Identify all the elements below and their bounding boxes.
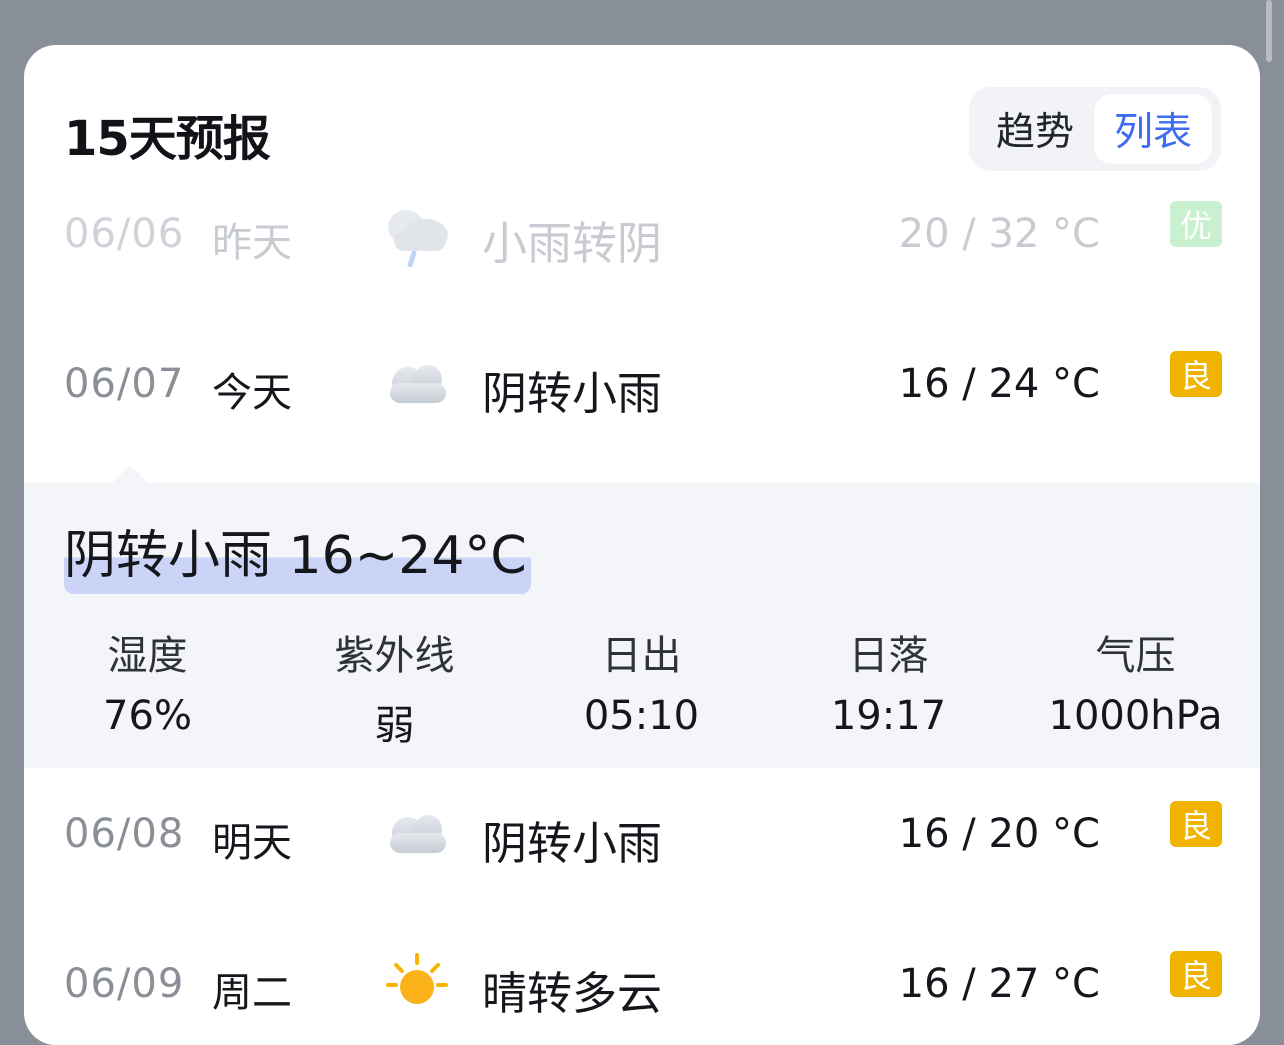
row-day: 昨天 [212,220,292,266]
row-day: 周二 [212,970,292,1016]
detail-pointer [112,465,148,483]
metric-sunset: 日落 19:17 [765,623,1012,751]
row-date: 06/06 [64,211,185,257]
metric-label: 紫外线 [334,633,455,679]
row-temperature: 16 / 24 °C [898,361,1100,407]
forecast-row-tuesday[interactable]: 06/09 周二 晴转多云 16 / 27 °C 良 [24,931,1260,1041]
aqi-badge: 良 [1170,351,1222,397]
forecast-row-yesterday[interactable]: 06/06 昨天 小雨转阴 20 / 32 °C 优 [24,181,1260,291]
metric-sunrise: 日出 05:10 [518,623,765,751]
row-date: 06/09 [64,961,185,1007]
scrollbar[interactable] [1266,0,1272,62]
metric-value: 1000hPa [1048,693,1223,739]
cloud-icon [390,365,446,403]
list-tab[interactable]: 列表 [1094,94,1212,164]
page-title: 15天预报 [64,111,271,167]
trend-tab[interactable]: 趋势 [976,94,1094,164]
forecast-card: 15天预报 趋势 列表 06/06 昨天 小雨转阴 20 / 32 °C 优 0… [24,45,1260,1045]
view-toggle: 趋势 列表 [969,87,1221,171]
row-condition: 阴转小雨 [482,367,663,420]
row-temperature: 20 / 32 °C [898,211,1100,257]
metric-pressure: 气压 1000hPa [1012,623,1259,751]
row-condition: 小雨转阴 [482,217,663,270]
detail-panel: 阴转小雨 16~24°C 湿度 76% 紫外线 弱 日出 05:10 日落 19… [24,483,1260,768]
forecast-row-today[interactable]: 06/07 今天 阴转小雨 16 / 24 °C 良 [24,331,1260,441]
sun-icon [386,953,448,1004]
detail-summary: 阴转小雨 16~24°C [64,513,531,594]
metric-value: 05:10 [583,693,700,739]
aqi-badge: 良 [1170,951,1222,997]
detail-metrics: 湿度 76% 紫外线 弱 日出 05:10 日落 19:17 气压 1000hP… [24,623,1260,751]
metric-value: 弱 [374,703,415,749]
row-temperature: 16 / 20 °C [898,811,1100,857]
row-date: 06/07 [64,361,185,407]
metric-humidity: 湿度 76% [24,623,271,751]
row-temperature: 16 / 27 °C [898,961,1100,1007]
metric-label: 湿度 [107,633,188,679]
row-date: 06/08 [64,811,185,857]
row-condition: 阴转小雨 [482,817,663,870]
metric-label: 日落 [848,633,929,679]
forecast-row-tomorrow[interactable]: 06/08 明天 阴转小雨 16 / 20 °C 良 [24,781,1260,891]
cloud-icon [390,815,446,853]
rain-cloud-icon [388,210,448,267]
metric-uv: 紫外线 弱 [271,623,518,751]
metric-value: 19:17 [830,693,947,739]
row-day: 今天 [212,370,292,416]
row-condition: 晴转多云 [482,967,663,1020]
metric-value: 76% [103,693,192,739]
aqi-badge: 优 [1170,201,1222,247]
aqi-badge: 良 [1170,801,1222,847]
metric-label: 日出 [601,633,682,679]
row-day: 明天 [212,820,292,866]
metric-label: 气压 [1095,633,1176,679]
